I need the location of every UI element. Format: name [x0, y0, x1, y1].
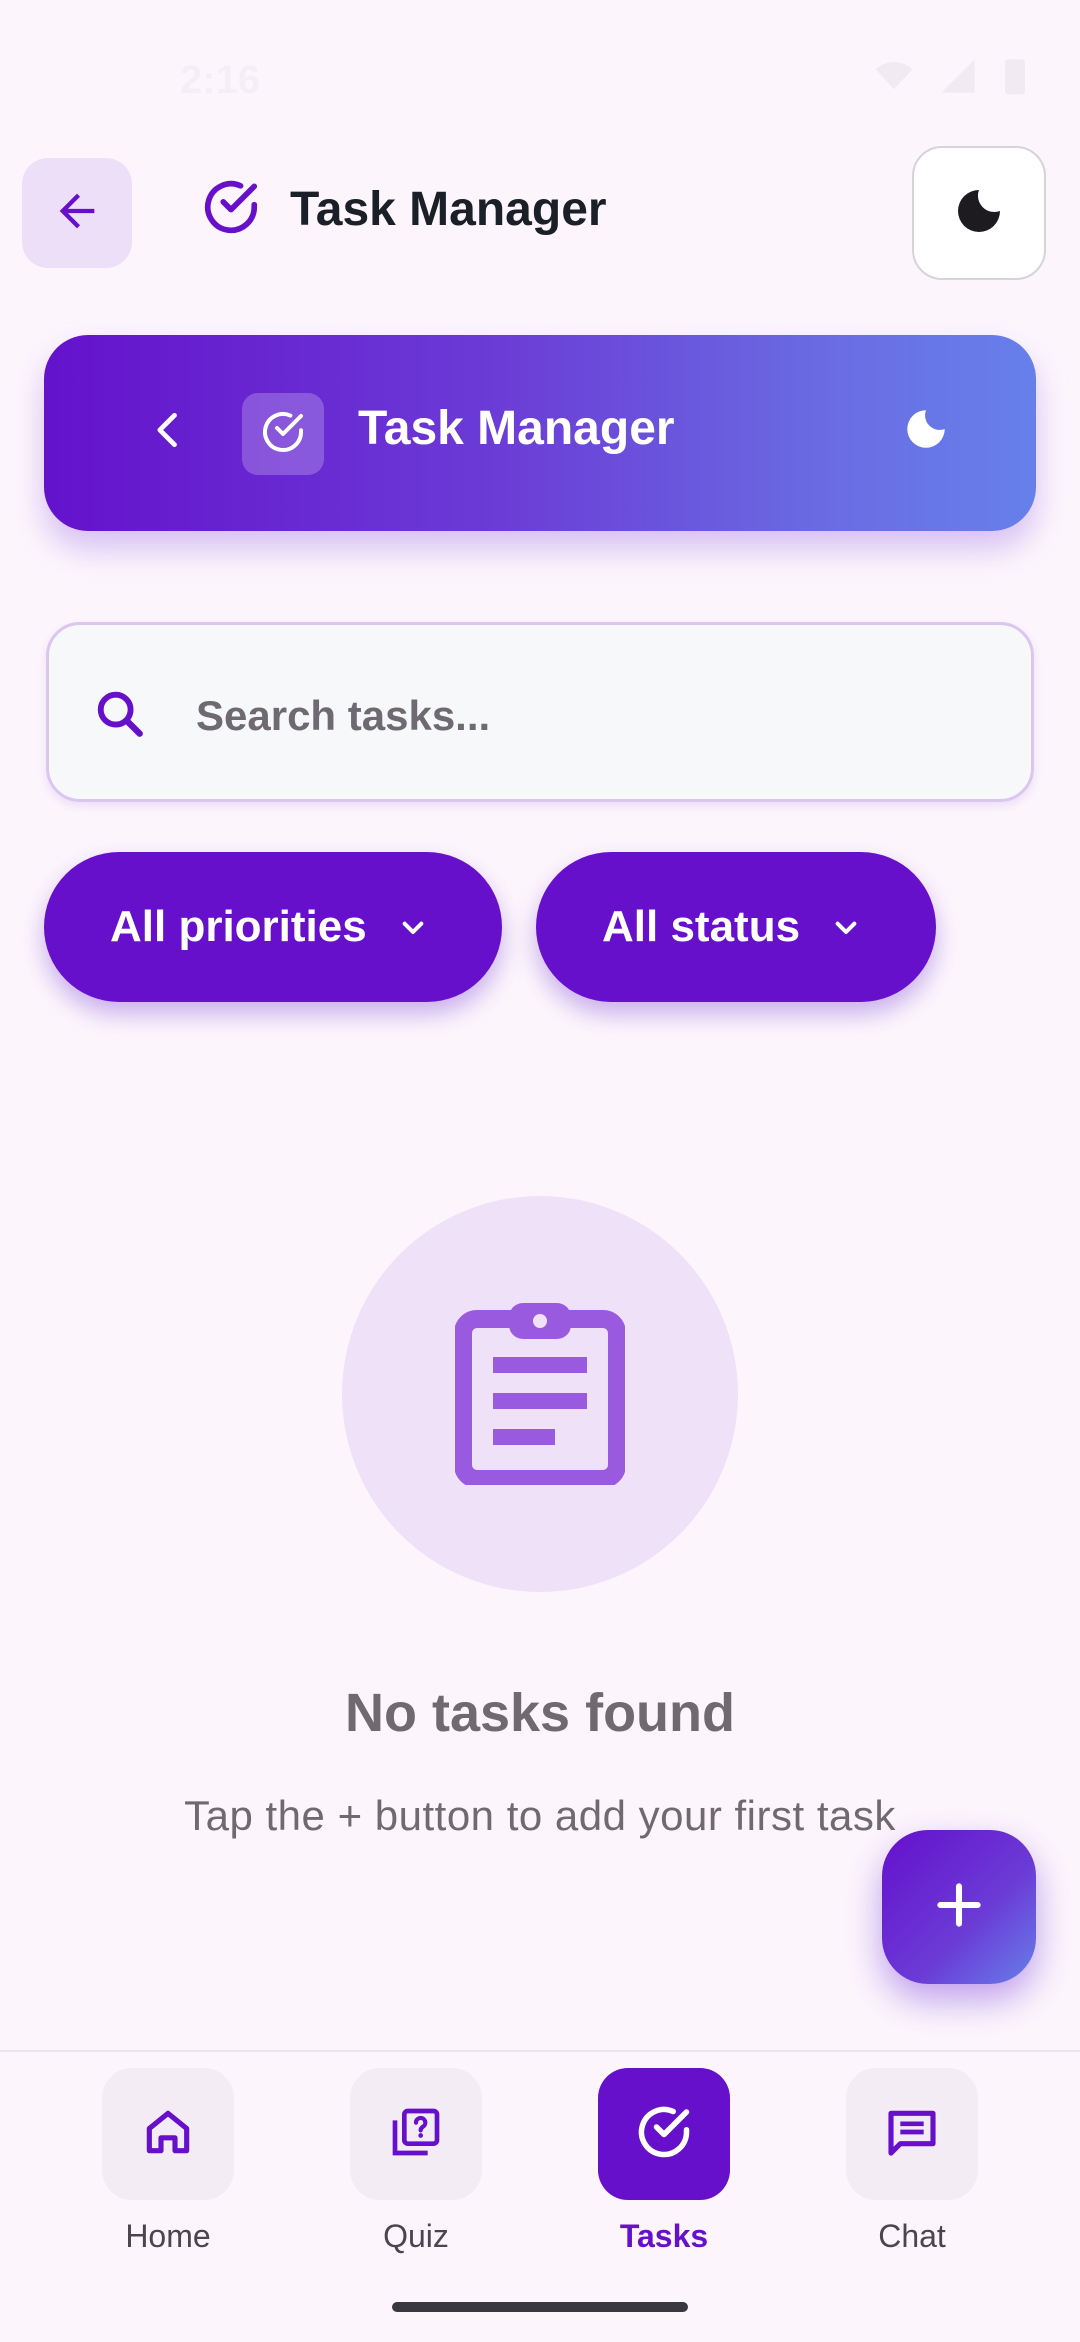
moon-icon	[901, 404, 951, 459]
hero-header: Task Manager	[44, 335, 1036, 531]
nav-tasks-container	[598, 2068, 730, 2200]
theme-toggle-button[interactable]	[912, 146, 1046, 280]
hero-theme-button[interactable]	[896, 401, 956, 461]
nav-item-chat[interactable]: Chat	[846, 2068, 978, 2255]
check-circle-icon	[634, 2102, 694, 2167]
battery-icon	[1002, 56, 1028, 101]
search-input[interactable]	[194, 665, 978, 767]
chat-icon	[884, 2104, 940, 2165]
status-time: 2:16	[180, 58, 261, 102]
signal-icon	[938, 56, 978, 101]
moon-icon	[951, 183, 1007, 244]
nav-item-quiz[interactable]: Quiz	[350, 2068, 482, 2255]
quiz-icon	[388, 2104, 444, 2165]
plus-icon	[931, 1877, 987, 1938]
status-filter-dropdown[interactable]: All status	[536, 852, 936, 1002]
nav-label-home: Home	[125, 2218, 211, 2254]
app-title: Task Manager	[290, 183, 607, 236]
clipboard-icon	[454, 1299, 626, 1490]
empty-state-title: No tasks found	[344, 1683, 736, 1743]
home-icon	[140, 2104, 196, 2165]
nav-item-home[interactable]: Home	[102, 2068, 234, 2255]
hero-title: Task Manager	[358, 402, 675, 455]
app-bar: Task Manager	[0, 140, 1080, 290]
nav-label-tasks: Tasks	[619, 2218, 709, 2254]
check-circle-icon	[259, 408, 307, 461]
bottom-navigation: Home Quiz Tasks Chat	[0, 2050, 1080, 2342]
nav-label-chat: Chat	[878, 2218, 946, 2254]
search-bar	[46, 622, 1034, 802]
status-bar: 2:16	[0, 40, 1080, 120]
check-circle-icon	[200, 176, 262, 243]
nav-label-quiz: Quiz	[383, 2218, 449, 2254]
wifi-icon	[874, 56, 914, 101]
chevron-down-icon	[393, 907, 433, 947]
search-icon	[89, 683, 153, 747]
app-title-group: Task Manager	[200, 176, 607, 243]
nav-item-tasks[interactable]: Tasks	[598, 2068, 730, 2255]
nav-home-container	[102, 2068, 234, 2200]
priority-filter-label: All priorities	[110, 902, 367, 951]
nav-chat-container	[846, 2068, 978, 2200]
home-indicator[interactable]	[392, 2302, 688, 2312]
add-task-button[interactable]	[882, 1830, 1036, 1984]
empty-state-illustration	[342, 1196, 738, 1592]
status-filter-label: All status	[602, 902, 801, 951]
chevron-left-icon	[147, 408, 191, 457]
priority-filter-dropdown[interactable]: All priorities	[44, 852, 502, 1002]
nav-quiz-container	[350, 2068, 482, 2200]
status-icons	[874, 56, 1028, 101]
hero-badge	[242, 393, 324, 475]
hero-back-button[interactable]	[134, 397, 204, 467]
back-button[interactable]	[22, 158, 132, 268]
chevron-down-icon	[826, 907, 866, 947]
arrow-left-icon	[51, 185, 103, 242]
